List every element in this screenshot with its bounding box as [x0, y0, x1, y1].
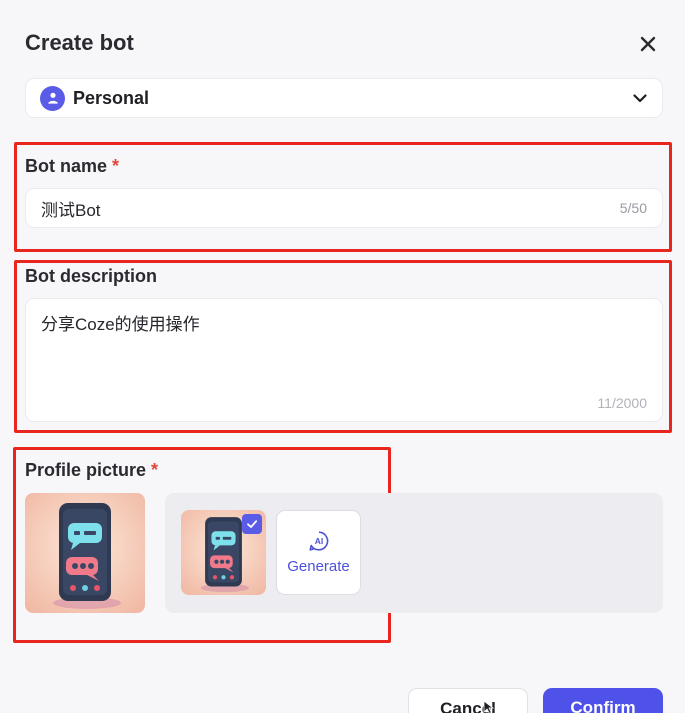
profile-picture-label: Profile picture *	[25, 460, 158, 481]
confirm-button[interactable]: Confirm	[543, 688, 663, 713]
bot-description-counter: 11/2000	[597, 395, 647, 411]
bot-name-value: 测试Bot	[41, 200, 101, 220]
check-icon	[242, 514, 262, 534]
bot-name-counter: 5/50	[619, 200, 647, 216]
cancel-button[interactable]: Cancel	[408, 688, 528, 713]
bot-description-label: Bot description	[25, 266, 158, 286]
user-icon	[40, 85, 65, 111]
bot-description-textarea[interactable]: 分享Coze的使用操作 11/2000	[25, 298, 663, 422]
required-mark: *	[151, 460, 159, 480]
bot-description-value: 分享Coze的使用操作	[41, 315, 200, 334]
profile-picture-preview	[25, 493, 145, 613]
bot-name-label: Bot name *	[25, 156, 119, 177]
avatar-choices-panel: AI Generate	[165, 493, 663, 613]
space-label: Personal	[73, 87, 150, 108]
close-icon	[640, 36, 656, 52]
required-mark: *	[112, 156, 120, 176]
bot-name-label-text: Bot name	[25, 156, 108, 176]
mouse-cursor-icon	[483, 700, 495, 713]
generate-avatar-button[interactable]: AI Generate	[276, 510, 361, 595]
generate-label: Generate	[287, 558, 350, 575]
create-bot-dialog: Create bot Personal Bot name * 测试Bot 5/50…	[0, 0, 685, 713]
profile-picture-label-text: Profile picture	[25, 460, 147, 480]
dialog-title: Create bot	[25, 30, 134, 55]
ai-icon: AI	[308, 531, 328, 551]
avatar-option-selected[interactable]	[181, 510, 266, 595]
close-button[interactable]	[634, 30, 662, 58]
chevron-down-icon	[633, 94, 647, 103]
space-select[interactable]: Personal	[25, 78, 663, 118]
svg-text:AI: AI	[314, 536, 323, 546]
bot-name-input[interactable]: 测试Bot 5/50	[25, 188, 663, 228]
